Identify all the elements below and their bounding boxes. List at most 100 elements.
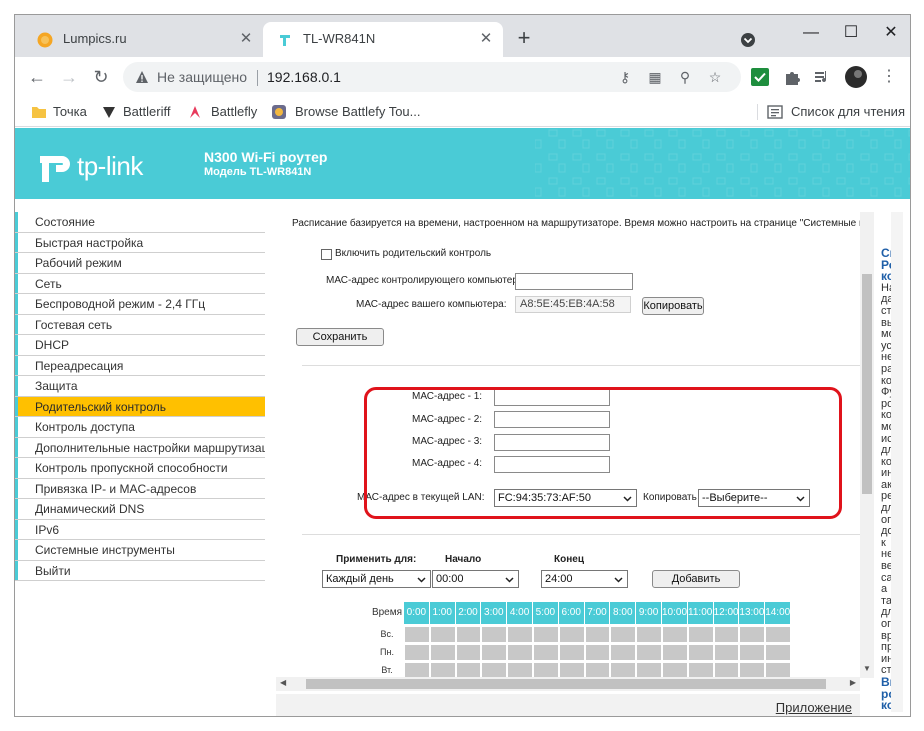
forward-button[interactable]: → [57, 65, 81, 89]
save-button[interactable]: Сохранить [296, 328, 384, 346]
schedule-cell[interactable] [429, 644, 456, 661]
bookmark-star-icon[interactable]: ☆ [707, 69, 723, 85]
schedule-cell[interactable] [558, 626, 585, 643]
sidebar-item[interactable]: Сеть [15, 273, 265, 294]
schedule-cell[interactable] [558, 644, 585, 661]
sidebar-item[interactable]: Гостевая сеть [15, 314, 265, 335]
vertical-scroll-thumb[interactable] [862, 274, 872, 494]
start-time-select[interactable]: 00:00 [432, 570, 519, 588]
bookmark-tochka[interactable]: Точка [53, 104, 87, 119]
scroll-left-arrow-icon[interactable]: ◀ [280, 678, 286, 687]
sidebar-item[interactable]: Динамический DNS [15, 499, 265, 520]
schedule-cell[interactable] [636, 626, 662, 643]
schedule-cell[interactable] [533, 626, 559, 643]
copy-mac-button[interactable]: Копировать [642, 297, 704, 315]
schedule-cell[interactable] [584, 644, 611, 661]
sidebar-item[interactable]: Беспроводной режим - 2,4 ГГц [15, 294, 265, 315]
close-window-button[interactable]: ✕ [871, 21, 910, 45]
end-time-select[interactable]: 24:00 [541, 570, 628, 588]
tab-search-icon[interactable] [741, 33, 755, 47]
schedule-cell[interactable] [713, 626, 740, 643]
header-pattern [535, 128, 910, 199]
schedule-cell[interactable] [610, 644, 637, 661]
schedule-cell[interactable] [404, 626, 430, 643]
schedule-cell[interactable] [765, 626, 791, 643]
zoom-icon[interactable]: ⚲ [677, 69, 693, 85]
schedule-cell[interactable] [713, 644, 740, 661]
schedule-cell[interactable] [455, 626, 482, 643]
sidebar-item[interactable]: Защита [15, 376, 265, 397]
sidebar-item[interactable]: Контроль пропускной способности [15, 458, 265, 479]
schedule-cell[interactable] [455, 644, 482, 661]
sidebar-item[interactable]: Дополнительные настройки маршрутизации [15, 437, 265, 458]
schedule-cell[interactable] [481, 644, 508, 661]
bookmark-battlefy[interactable]: Browse Battlefy Tou... [295, 104, 421, 119]
new-tab-button[interactable]: + [512, 27, 536, 51]
appendix-link[interactable]: Приложение [776, 700, 852, 715]
sidebar-item[interactable]: Состояние [15, 212, 265, 233]
security-status[interactable]: Не защищено [157, 69, 247, 85]
sidebar-item[interactable]: Родительский контроль [15, 396, 265, 417]
sidebar-item[interactable]: Выйти [15, 560, 265, 581]
enable-parental-checkbox[interactable] [321, 249, 332, 260]
schedule-cell[interactable] [507, 644, 533, 661]
url-text[interactable]: 192.168.0.1 [267, 69, 341, 85]
sidebar-item[interactable]: Переадресация [15, 355, 265, 376]
sidebar-item[interactable]: Рабочий режим [15, 253, 265, 274]
bookmark-battlefly[interactable]: Battlefly [211, 104, 257, 119]
extension-check-icon[interactable] [751, 68, 769, 86]
section-divider [302, 365, 860, 366]
schedule-cell[interactable] [765, 644, 791, 661]
add-schedule-button[interactable]: Добавить [652, 570, 740, 588]
horizontal-scrollbar[interactable]: ◀ ▶ [276, 677, 860, 691]
schedule-cell[interactable] [636, 644, 662, 661]
scroll-right-arrow-icon[interactable]: ▶ [850, 678, 856, 687]
schedule-cell[interactable] [584, 626, 611, 643]
schedule-hour-header: 2:00 [455, 602, 481, 624]
schedule-cell[interactable] [662, 626, 688, 643]
close-tab-icon[interactable]: ✕ [237, 30, 255, 48]
schedule-cell[interactable] [739, 626, 766, 643]
schedule-cell[interactable] [481, 626, 508, 643]
vertical-scrollbar[interactable]: ▼ [860, 212, 874, 678]
horizontal-scroll-thumb[interactable] [306, 679, 826, 689]
sidebar-item[interactable]: DHCP [15, 335, 265, 356]
schedule-cell[interactable] [662, 644, 688, 661]
tplink-favicon-icon [280, 35, 290, 46]
reading-list-button[interactable]: Список для чтения [791, 104, 905, 119]
sidebar-item[interactable]: Контроль доступа [15, 417, 265, 438]
schedule-cell[interactable] [429, 626, 456, 643]
bookmark-battleriff[interactable]: Battleriff [123, 104, 170, 119]
address-bar[interactable]: Не защищено 192.168.0.1 ⚷ ▦ ⚲ ☆ [123, 62, 741, 92]
schedule-cell[interactable] [687, 644, 714, 661]
profile-avatar-icon[interactable] [845, 66, 867, 88]
scroll-down-arrow-icon[interactable]: ▼ [863, 664, 871, 673]
media-control-icon[interactable] [813, 68, 831, 86]
bookmarks-divider [757, 104, 758, 120]
tab-lumpics[interactable]: Lumpics.ru ✕ [23, 22, 263, 57]
menu-kebab-icon[interactable]: ⋮ [877, 65, 901, 89]
extensions-puzzle-icon[interactable] [783, 68, 801, 86]
help-scrollbar[interactable] [891, 212, 903, 712]
reload-button[interactable]: ↻ [89, 65, 113, 89]
sidebar-item[interactable]: Привязка IP- и MAC-адресов [15, 478, 265, 499]
sidebar-item[interactable]: Быстрая настройка [15, 232, 265, 253]
close-tab-icon[interactable]: ✕ [477, 30, 495, 48]
controlling-mac-input[interactable] [515, 273, 633, 290]
apply-for-select[interactable]: Каждый день [322, 570, 431, 588]
sidebar-item[interactable]: Системные инструменты [15, 540, 265, 561]
maximize-button[interactable]: ☐ [831, 21, 871, 45]
router-page: tp-link N300 Wi-Fi роутер Модель TL-WR84… [15, 128, 910, 716]
minimize-button[interactable]: — [791, 21, 831, 45]
schedule-cell[interactable] [507, 626, 533, 643]
schedule-cell[interactable] [404, 644, 430, 661]
tab-tl-wr841n[interactable]: TL-WR841N ✕ [263, 22, 503, 57]
back-button[interactable]: ← [25, 65, 49, 89]
sidebar-item[interactable]: IPv6 [15, 519, 265, 540]
translate-icon[interactable]: ▦ [647, 69, 663, 85]
schedule-cell[interactable] [533, 644, 559, 661]
schedule-cell[interactable] [739, 644, 766, 661]
schedule-cell[interactable] [610, 626, 637, 643]
schedule-cell[interactable] [687, 626, 714, 643]
key-icon[interactable]: ⚷ [617, 69, 633, 85]
